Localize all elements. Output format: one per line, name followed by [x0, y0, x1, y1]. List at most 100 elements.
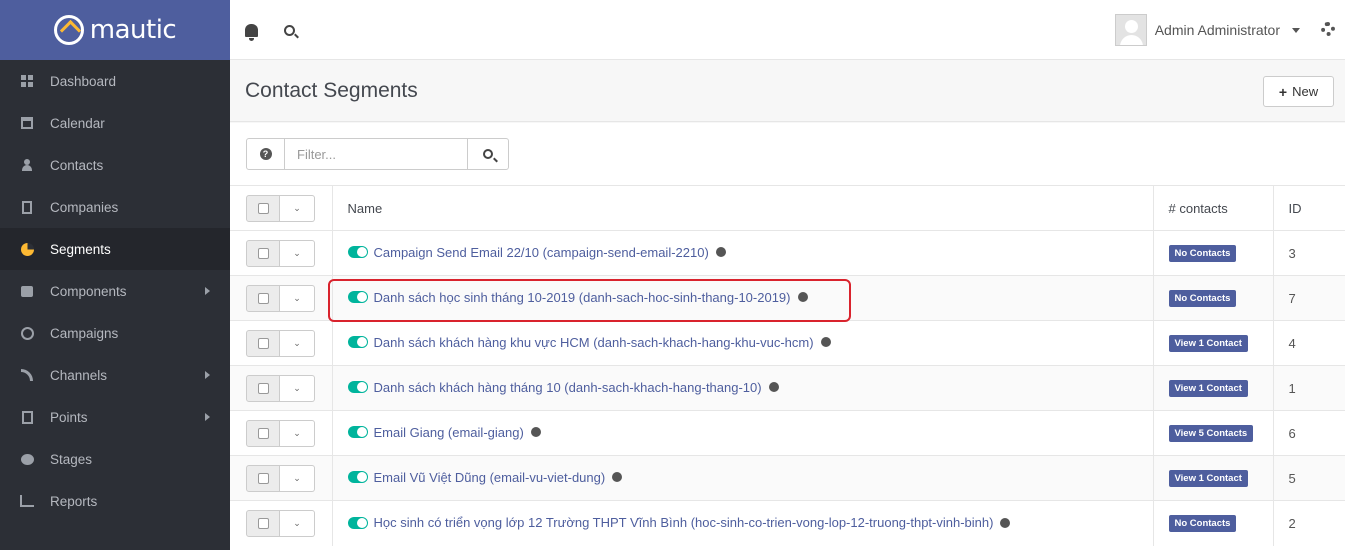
published-toggle[interactable]: [347, 471, 368, 484]
segment-link[interactable]: Email Giang (email-giang): [374, 425, 524, 440]
gear-icon[interactable]: [1321, 22, 1335, 36]
sidebar-item-calendar[interactable]: Calendar: [0, 102, 230, 144]
sidebar-item-stages[interactable]: Stages: [0, 438, 230, 480]
sidebar-item-points[interactable]: Points: [0, 396, 230, 438]
published-toggle[interactable]: [347, 291, 368, 304]
row-actions-dropdown[interactable]: ⌄: [280, 464, 315, 492]
column-header-name[interactable]: Name: [332, 185, 1153, 231]
contacts-cell: View 1 Contact: [1152, 320, 1273, 366]
clock-icon: [20, 326, 34, 340]
globe-icon: [530, 427, 541, 438]
row-actions-cell: ⌄: [230, 365, 333, 411]
segment-id: 6: [1272, 410, 1345, 456]
search-icon: [483, 149, 493, 159]
search-icon[interactable]: [280, 21, 298, 39]
contacts-badge[interactable]: No Contacts: [1168, 245, 1237, 262]
contacts-cell: No Contacts: [1152, 500, 1273, 546]
avatar: [1114, 14, 1147, 46]
sidebar-item-segments[interactable]: Segments: [0, 228, 230, 270]
sidebar-item-label: Dashboard: [50, 73, 117, 89]
segment-link[interactable]: Campaign Send Email 22/10 (campaign-send…: [374, 245, 709, 260]
brand-name: mautic: [89, 15, 177, 45]
row-checkbox[interactable]: [246, 464, 280, 492]
sidebar-item-contacts[interactable]: Contacts: [0, 144, 230, 186]
bell-icon[interactable]: [242, 21, 260, 41]
table-row: ⌄ Học sinh có triển vọng lớp 12 Trường TH…: [230, 500, 1345, 546]
sidebar-item-label: Points: [50, 409, 88, 425]
segment-id: 7: [1272, 275, 1345, 321]
published-toggle[interactable]: [347, 381, 368, 394]
contacts-badge[interactable]: No Contacts: [1168, 290, 1237, 307]
row-checkbox[interactable]: [246, 374, 280, 402]
select-all-cell: ⌄: [230, 185, 333, 231]
row-actions-dropdown[interactable]: ⌄: [280, 374, 315, 402]
contacts-badge[interactable]: View 5 Contacts: [1168, 425, 1254, 442]
globe-icon: [768, 382, 779, 393]
row-checkbox[interactable]: [246, 284, 280, 312]
published-toggle[interactable]: [347, 246, 368, 259]
select-all-checkbox[interactable]: [246, 194, 280, 222]
segment-id: 2: [1272, 500, 1345, 546]
row-actions-cell: ⌄: [230, 500, 333, 546]
contacts-badge[interactable]: No Contacts: [1168, 515, 1237, 533]
chevron-down-icon: [1292, 27, 1300, 33]
sidebar-item-reports[interactable]: Reports: [0, 480, 230, 522]
page-header: Contact Segments + New: [230, 60, 1345, 122]
segment-name-cell: Danh sách học sinh tháng 10-2019 (danh-s…: [332, 275, 1153, 321]
segment-link[interactable]: Học sinh có triển vọng lớp 12 Trường THP…: [374, 515, 994, 530]
brand-header[interactable]: mautic: [0, 0, 230, 60]
new-segment-button[interactable]: + New: [1263, 76, 1334, 107]
line-chart-icon: [20, 494, 34, 508]
contacts-badge[interactable]: View 1 Contact: [1168, 335, 1248, 352]
row-checkbox[interactable]: [246, 509, 280, 537]
contacts-cell: No Contacts: [1152, 230, 1273, 276]
sidebar-item-components[interactable]: Components: [0, 270, 230, 312]
contacts-cell: View 5 Contacts: [1152, 410, 1273, 456]
segment-link[interactable]: Danh sách khách hàng tháng 10 (danh-sach…: [374, 380, 762, 395]
segment-link[interactable]: Danh sách học sinh tháng 10-2019 (danh-s…: [374, 290, 791, 305]
filter-help-button[interactable]: ?: [246, 138, 285, 170]
segments-table: ⌄ Name # contacts ID ⌄ Campaign Send Emai…: [230, 185, 1345, 546]
sidebar-item-channels[interactable]: Channels: [0, 354, 230, 396]
row-checkbox[interactable]: [246, 239, 280, 267]
segment-link[interactable]: Email Vũ Việt Dũng (email-vu-viet-dung): [374, 470, 606, 485]
segment-id: 3: [1272, 230, 1345, 276]
row-actions-cell: ⌄: [230, 230, 333, 276]
filter-input[interactable]: [285, 138, 467, 170]
row-checkbox[interactable]: [246, 419, 280, 447]
column-header-contacts: # contacts: [1152, 185, 1273, 231]
sidebar-item-companies[interactable]: Companies: [0, 186, 230, 228]
row-actions-dropdown[interactable]: ⌄: [280, 419, 315, 447]
pie-chart-icon: [20, 242, 34, 256]
row-actions-cell: ⌄: [230, 320, 333, 366]
user-menu[interactable]: Admin Administrator: [1114, 14, 1300, 46]
sidebar-item-label: Calendar: [50, 115, 105, 131]
filter-search-button[interactable]: [467, 138, 509, 170]
row-actions-cell: ⌄: [230, 275, 333, 321]
globe-icon: [715, 247, 726, 258]
row-actions-dropdown[interactable]: ⌄: [280, 284, 315, 312]
column-header-id[interactable]: ID: [1272, 185, 1345, 231]
published-toggle[interactable]: [347, 426, 368, 439]
mautic-logo[interactable]: mautic: [53, 15, 177, 45]
sidebar-item-campaigns[interactable]: Campaigns: [0, 312, 230, 354]
contacts-badge[interactable]: View 1 Contact: [1168, 470, 1248, 487]
row-actions-dropdown[interactable]: ⌄: [280, 509, 315, 537]
plus-icon: +: [1278, 83, 1288, 100]
row-checkbox[interactable]: [246, 329, 280, 357]
table-row: ⌄ Danh sách khách hàng tháng 10 (danh-sac…: [230, 365, 1345, 411]
sidebar-item-label: Components: [50, 283, 127, 299]
segment-name-cell: Campaign Send Email 22/10 (campaign-send…: [332, 230, 1153, 276]
segment-link[interactable]: Danh sách khách hàng khu vực HCM (danh-s…: [374, 335, 814, 350]
contacts-badge[interactable]: View 1 Contact: [1168, 380, 1248, 397]
chevron-right-icon: [205, 371, 210, 379]
row-actions-dropdown[interactable]: ⌄: [280, 329, 315, 357]
globe-icon: [797, 292, 808, 303]
published-toggle[interactable]: [347, 516, 368, 529]
row-actions-dropdown[interactable]: ⌄: [280, 239, 315, 267]
sidebar-item-label: Segments: [50, 241, 111, 257]
bulk-actions-dropdown[interactable]: ⌄: [280, 194, 315, 222]
sidebar-item-label: Contacts: [50, 157, 104, 173]
sidebar-item-dashboard[interactable]: Dashboard: [0, 60, 230, 102]
published-toggle[interactable]: [347, 336, 368, 349]
